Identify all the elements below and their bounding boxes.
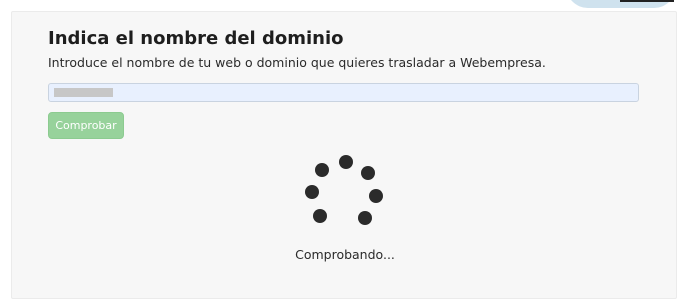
spinner-dot bbox=[313, 209, 327, 223]
domain-transfer-card: Indica el nombre del dominio Introduce e… bbox=[11, 11, 677, 299]
check-button[interactable]: Comprobar bbox=[48, 112, 124, 139]
domain-input[interactable] bbox=[48, 83, 639, 102]
spinner-dot bbox=[369, 189, 383, 203]
loading-status-text: Comprobando... bbox=[295, 247, 395, 262]
form-title: Indica el nombre del dominio bbox=[48, 28, 344, 49]
spinner-dot bbox=[315, 163, 329, 177]
spinner-dot bbox=[305, 185, 319, 199]
redacted-domain-value bbox=[54, 88, 113, 97]
spinner-dot bbox=[361, 166, 375, 180]
form-description: Introduce el nombre de tu web o dominio … bbox=[48, 55, 546, 70]
decorative-line bbox=[620, 0, 674, 2]
spinner-dot bbox=[339, 155, 353, 169]
spinner-dot bbox=[358, 211, 372, 225]
loading-spinner-icon bbox=[291, 153, 401, 233]
